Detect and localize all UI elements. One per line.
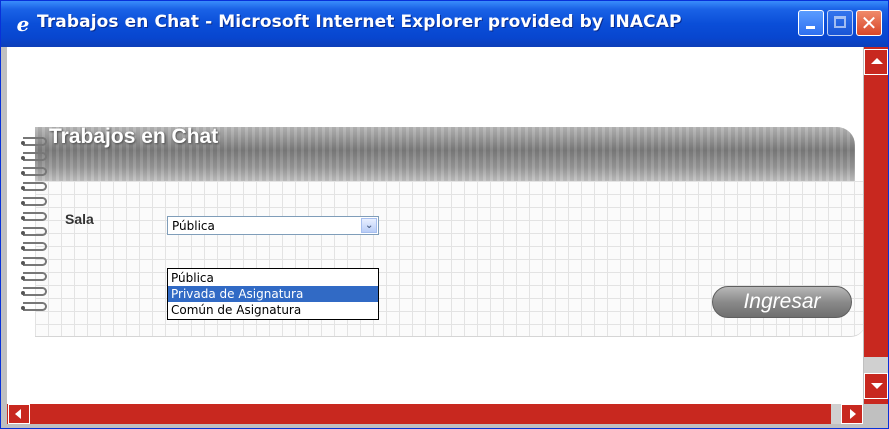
vertical-scroll-thumb[interactable] [864, 357, 888, 373]
title-bar[interactable]: e Trabajos en Chat - Microsoft Internet … [1, 1, 888, 47]
arrow-down-icon [871, 383, 883, 389]
sala-dropdown-list[interactable]: Pública Privada de Asignatura Común de A… [167, 268, 379, 320]
maximize-icon [834, 16, 846, 28]
option-publica[interactable]: Pública [168, 270, 378, 286]
ingresar-button[interactable]: Ingresar [712, 286, 852, 318]
scroll-down-button[interactable] [864, 373, 888, 399]
chevron-down-icon: ⌄ [365, 220, 374, 231]
sala-select-value: Pública [172, 219, 215, 233]
option-privada-asignatura[interactable]: Privada de Asignatura [168, 286, 378, 302]
close-button[interactable]: ✕ [856, 10, 882, 36]
scroll-right-button[interactable] [841, 404, 863, 424]
ie-icon: e [16, 12, 30, 36]
spiral-binding-icon [21, 137, 49, 317]
scroll-up-button[interactable] [864, 49, 888, 75]
scrollbar-corner [864, 404, 888, 424]
option-comun-asignatura[interactable]: Común de Asignatura [168, 302, 378, 318]
browser-window: e Trabajos en Chat - Microsoft Internet … [0, 0, 889, 429]
close-icon: ✕ [860, 11, 878, 35]
ingresar-label: Ingresar [743, 290, 821, 313]
maximize-button[interactable] [827, 10, 853, 36]
minimize-icon [806, 26, 815, 29]
dropdown-button[interactable]: ⌄ [361, 218, 377, 233]
minimize-button[interactable] [798, 10, 824, 36]
horizontal-scrollbar[interactable] [7, 404, 863, 424]
page-content: Trabajos en Chat Sala Pública ⌄ Pública … [7, 47, 863, 404]
vertical-scrollbar[interactable] [864, 47, 888, 404]
window-title: Trabajos en Chat - Microsoft Internet Ex… [37, 12, 682, 32]
page-title: Trabajos en Chat [49, 125, 219, 148]
arrow-up-icon [871, 58, 883, 64]
sala-label: Sala [65, 211, 94, 227]
arrow-right-icon [850, 409, 856, 419]
scroll-left-button[interactable] [8, 404, 30, 424]
arrow-left-icon [15, 409, 21, 419]
sala-select[interactable]: Pública ⌄ [167, 216, 379, 235]
